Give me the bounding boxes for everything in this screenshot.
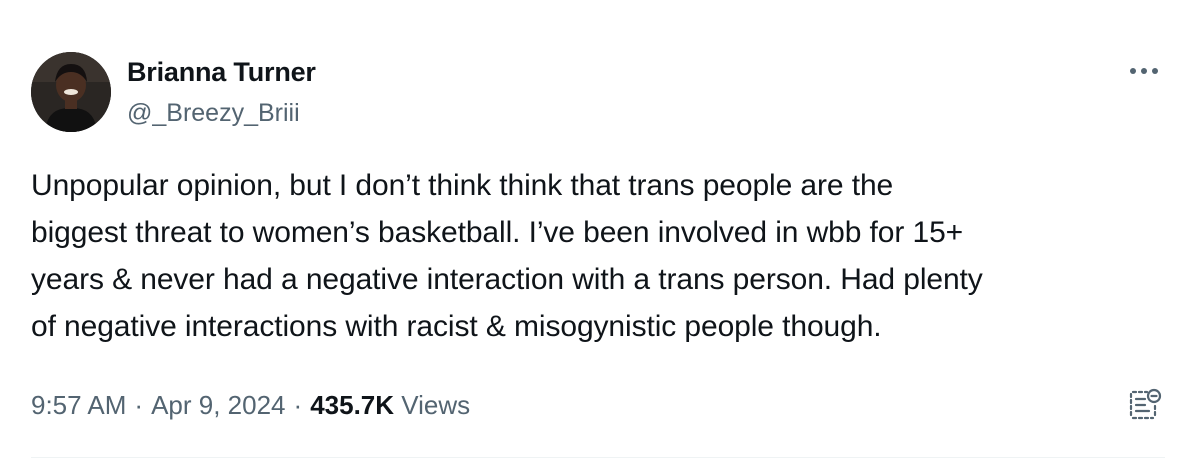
views-label: Views	[401, 390, 471, 420]
tweet-date[interactable]: Apr 9, 2024	[151, 390, 285, 420]
tweet-text-line: years & never had a negative interaction…	[31, 263, 983, 296]
author-display-name[interactable]: Brianna Turner	[127, 55, 316, 89]
tweet-meta: 9:57 AM · Apr 9, 2024 · 435.7K Views	[31, 386, 470, 424]
tweet-text-line: biggest threat to women’s basketball. I’…	[31, 216, 964, 249]
reader-mode-button[interactable]	[1124, 384, 1164, 424]
tweet-card: Brianna Turner @_Breezy_Briii Unpopular …	[0, 0, 1196, 466]
author-handle[interactable]: @_Breezy_Briii	[127, 97, 300, 129]
tweet-text-line: of negative interactions with racist & m…	[31, 310, 882, 343]
reader-mode-icon	[1129, 388, 1162, 420]
avatar-image	[31, 52, 111, 132]
tweet-text: Unpopular opinion, but I don’t think thi…	[31, 162, 1176, 350]
views-count: 435.7K	[310, 390, 395, 420]
tweet-time[interactable]: 9:57 AM	[31, 390, 126, 420]
meta-separator: ·	[293, 390, 303, 420]
meta-separator: ·	[134, 390, 144, 420]
more-options-button[interactable]	[1124, 59, 1164, 83]
divider	[31, 457, 1165, 458]
more-options-icon	[1130, 68, 1158, 74]
tweet-text-line: Unpopular opinion, but I don’t think thi…	[31, 169, 894, 202]
avatar[interactable]	[31, 52, 111, 132]
